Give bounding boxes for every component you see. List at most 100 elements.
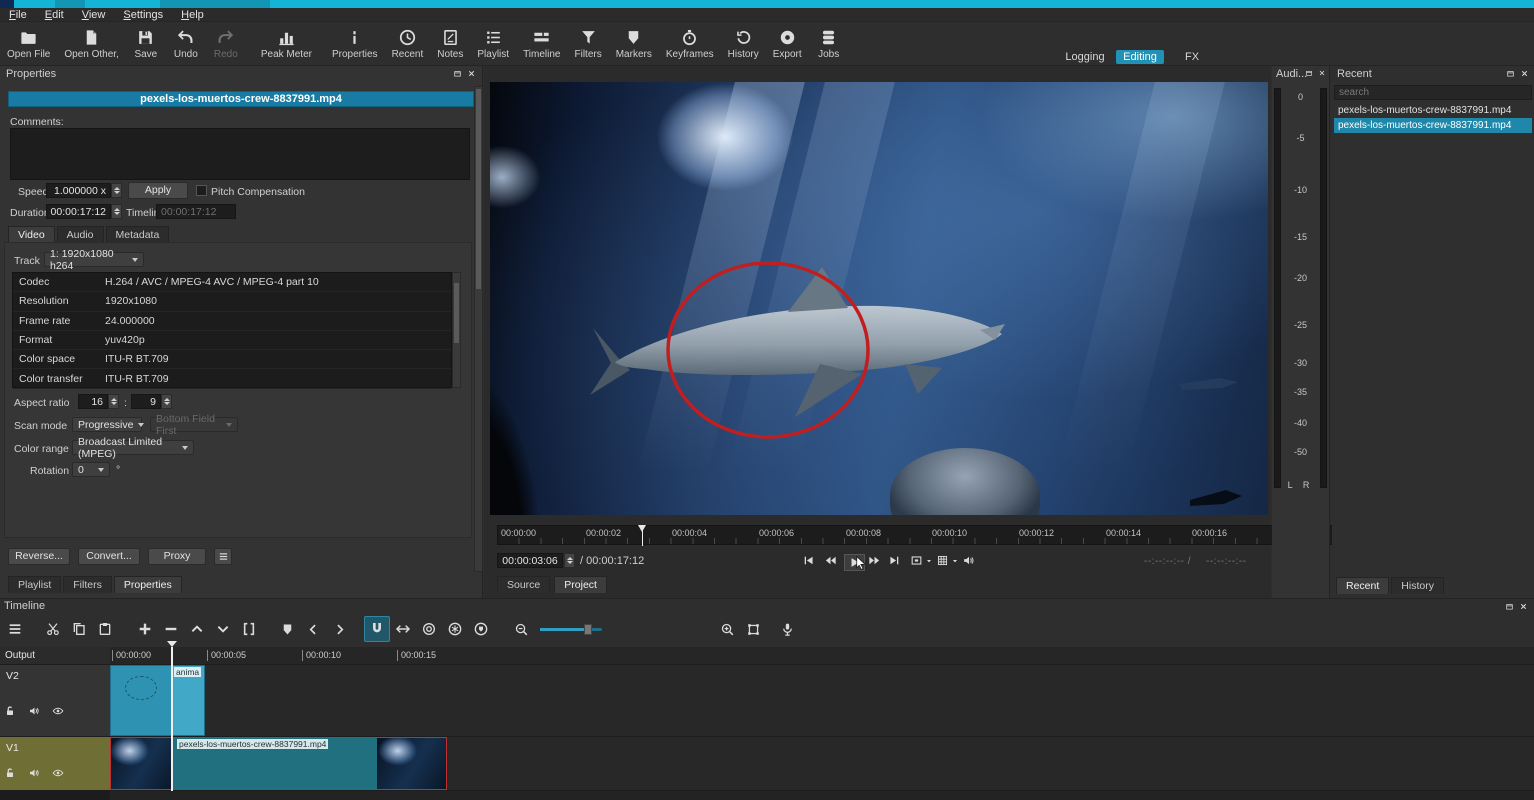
lock-icon[interactable] [4,705,16,717]
scan-mode-dropdown[interactable]: Progressive [72,417,142,432]
fast-forward-button[interactable] [868,554,881,567]
snap-toggle[interactable] [364,616,390,642]
zoom-fit-button[interactable] [740,616,766,642]
codec-table[interactable]: CodecH.264 / AVC / MPEG-4 AVC / MPEG-4 p… [12,272,452,388]
skip-next-button[interactable] [888,554,901,567]
player-playhead[interactable] [642,526,643,546]
grid-button[interactable] [936,554,959,567]
hide-icon[interactable] [52,767,64,779]
append-button[interactable] [132,616,158,642]
properties-scrollbar[interactable] [474,86,483,572]
recent-button[interactable]: Recent [385,27,431,61]
tab-history[interactable]: History [1391,577,1444,594]
table-scrollbar[interactable] [452,272,461,388]
duration-input[interactable]: 00:00:17:12 [46,204,111,219]
timeline-menu-button[interactable] [2,616,28,642]
track-header-v2[interactable]: V2 [0,665,110,737]
track-lane-v1[interactable]: pexels-los-muertos-crew-8837991.mp4 [110,737,1534,791]
history-button[interactable]: History [721,27,766,61]
tab-source[interactable]: Source [497,576,550,593]
timeline-button[interactable]: Timeline [516,27,567,61]
rotation-dropdown[interactable]: 0 [72,462,110,477]
record-audio-button[interactable] [774,616,800,642]
position-field[interactable]: 00:00:03:06 [497,553,563,568]
jobs-button[interactable]: Jobs [809,27,849,61]
next-marker-button[interactable] [326,616,352,642]
tab-filters[interactable]: Filters [63,576,112,593]
tab-properties[interactable]: Properties [114,576,182,593]
video-preview[interactable] [490,82,1268,515]
copy-button[interactable] [66,616,92,642]
skip-previous-button[interactable] [802,554,815,567]
tab-metadata[interactable]: Metadata [106,226,170,243]
clip-v2-segment-a[interactable] [110,665,172,736]
tab-playlist[interactable]: Playlist [8,576,61,593]
track-lane-v2[interactable]: anima [110,665,1534,737]
window-titlebar[interactable] [0,0,1534,8]
tab-recent[interactable]: Recent [1336,577,1389,594]
undo-button[interactable]: Undo [166,27,206,61]
aspect-w-spinner[interactable] [108,394,119,409]
filters-button[interactable]: Filters [567,27,608,61]
float-panel-icon[interactable] [1505,602,1514,611]
list-item[interactable]: pexels-los-muertos-crew-8837991.mp4 [1334,103,1532,118]
volume-button[interactable] [962,554,975,567]
close-panel-icon[interactable] [1519,602,1528,611]
mute-icon[interactable] [28,705,40,717]
speed-spinner[interactable] [111,183,122,198]
overwrite-button[interactable] [210,616,236,642]
notes-button[interactable]: Notes [430,27,470,61]
track-header-v1[interactable]: V1 [0,737,110,791]
export-button[interactable]: Export [766,27,809,61]
menu-view[interactable]: View [73,8,115,22]
tab-audio[interactable]: Audio [57,226,104,243]
split-button[interactable] [236,616,262,642]
ripple-delete-button[interactable] [158,616,184,642]
previous-marker-button[interactable] [300,616,326,642]
float-panel-icon[interactable] [453,69,462,78]
open-file-button[interactable]: Open File [0,27,57,61]
clip-v2-segment-b[interactable]: anima [172,665,205,736]
close-panel-icon[interactable] [1520,69,1529,78]
properties-menu-button[interactable] [214,548,232,565]
color-range-dropdown[interactable]: Broadcast Limited (MPEG) [72,440,194,455]
cut-button[interactable] [40,616,66,642]
proxy-button[interactable]: Proxy [148,548,206,565]
tab-project[interactable]: Project [554,576,607,593]
ripple-all-tracks-toggle[interactable] [442,616,468,642]
close-panel-icon[interactable] [1318,69,1326,77]
timeline-zoom-slider[interactable] [540,628,602,631]
slider-handle[interactable] [584,624,592,635]
aspect-h-input[interactable]: 9 [131,394,161,409]
layout-editing-button[interactable]: Editing [1116,50,1164,64]
tab-video[interactable]: Video [8,226,55,243]
scrub-while-dragging-toggle[interactable] [390,616,416,642]
apply-button[interactable]: Apply [128,182,188,199]
close-panel-icon[interactable] [467,69,476,78]
menu-file[interactable]: File [0,8,36,22]
peak-meter-button[interactable]: Peak Meter [254,27,319,61]
output-track-header[interactable]: Output [0,647,110,665]
comments-textarea[interactable] [10,128,470,180]
duration-spinner[interactable] [111,204,122,219]
track-dropdown[interactable]: 1: 1920x1080 h264 [44,252,144,267]
reverse-button[interactable]: Reverse... [8,548,70,565]
ripple-markers-toggle[interactable] [468,616,494,642]
layout-fx-button[interactable]: FX [1178,50,1206,64]
timeline-playhead[interactable] [171,647,173,791]
aspect-h-spinner[interactable] [161,394,172,409]
redo-button[interactable]: Redo [206,27,246,61]
clip-v1[interactable]: pexels-los-muertos-crew-8837991.mp4 [110,737,447,790]
ripple-toggle[interactable] [416,616,442,642]
paste-button[interactable] [92,616,118,642]
playlist-button[interactable]: Playlist [470,27,516,61]
markers-button[interactable]: Markers [609,27,659,61]
properties-button[interactable]: Properties [325,27,385,61]
zoom-fit-player-button[interactable] [910,554,933,567]
menu-help[interactable]: Help [172,8,213,22]
rewind-button[interactable] [824,554,837,567]
hide-icon[interactable] [52,705,64,717]
timeline-ruler[interactable]: 00:00:00 00:00:05 00:00:10 00:00:15 [110,647,1534,665]
save-button[interactable]: Save [126,27,166,61]
list-item-selected[interactable]: pexels-los-muertos-crew-8837991.mp4 [1334,118,1532,133]
